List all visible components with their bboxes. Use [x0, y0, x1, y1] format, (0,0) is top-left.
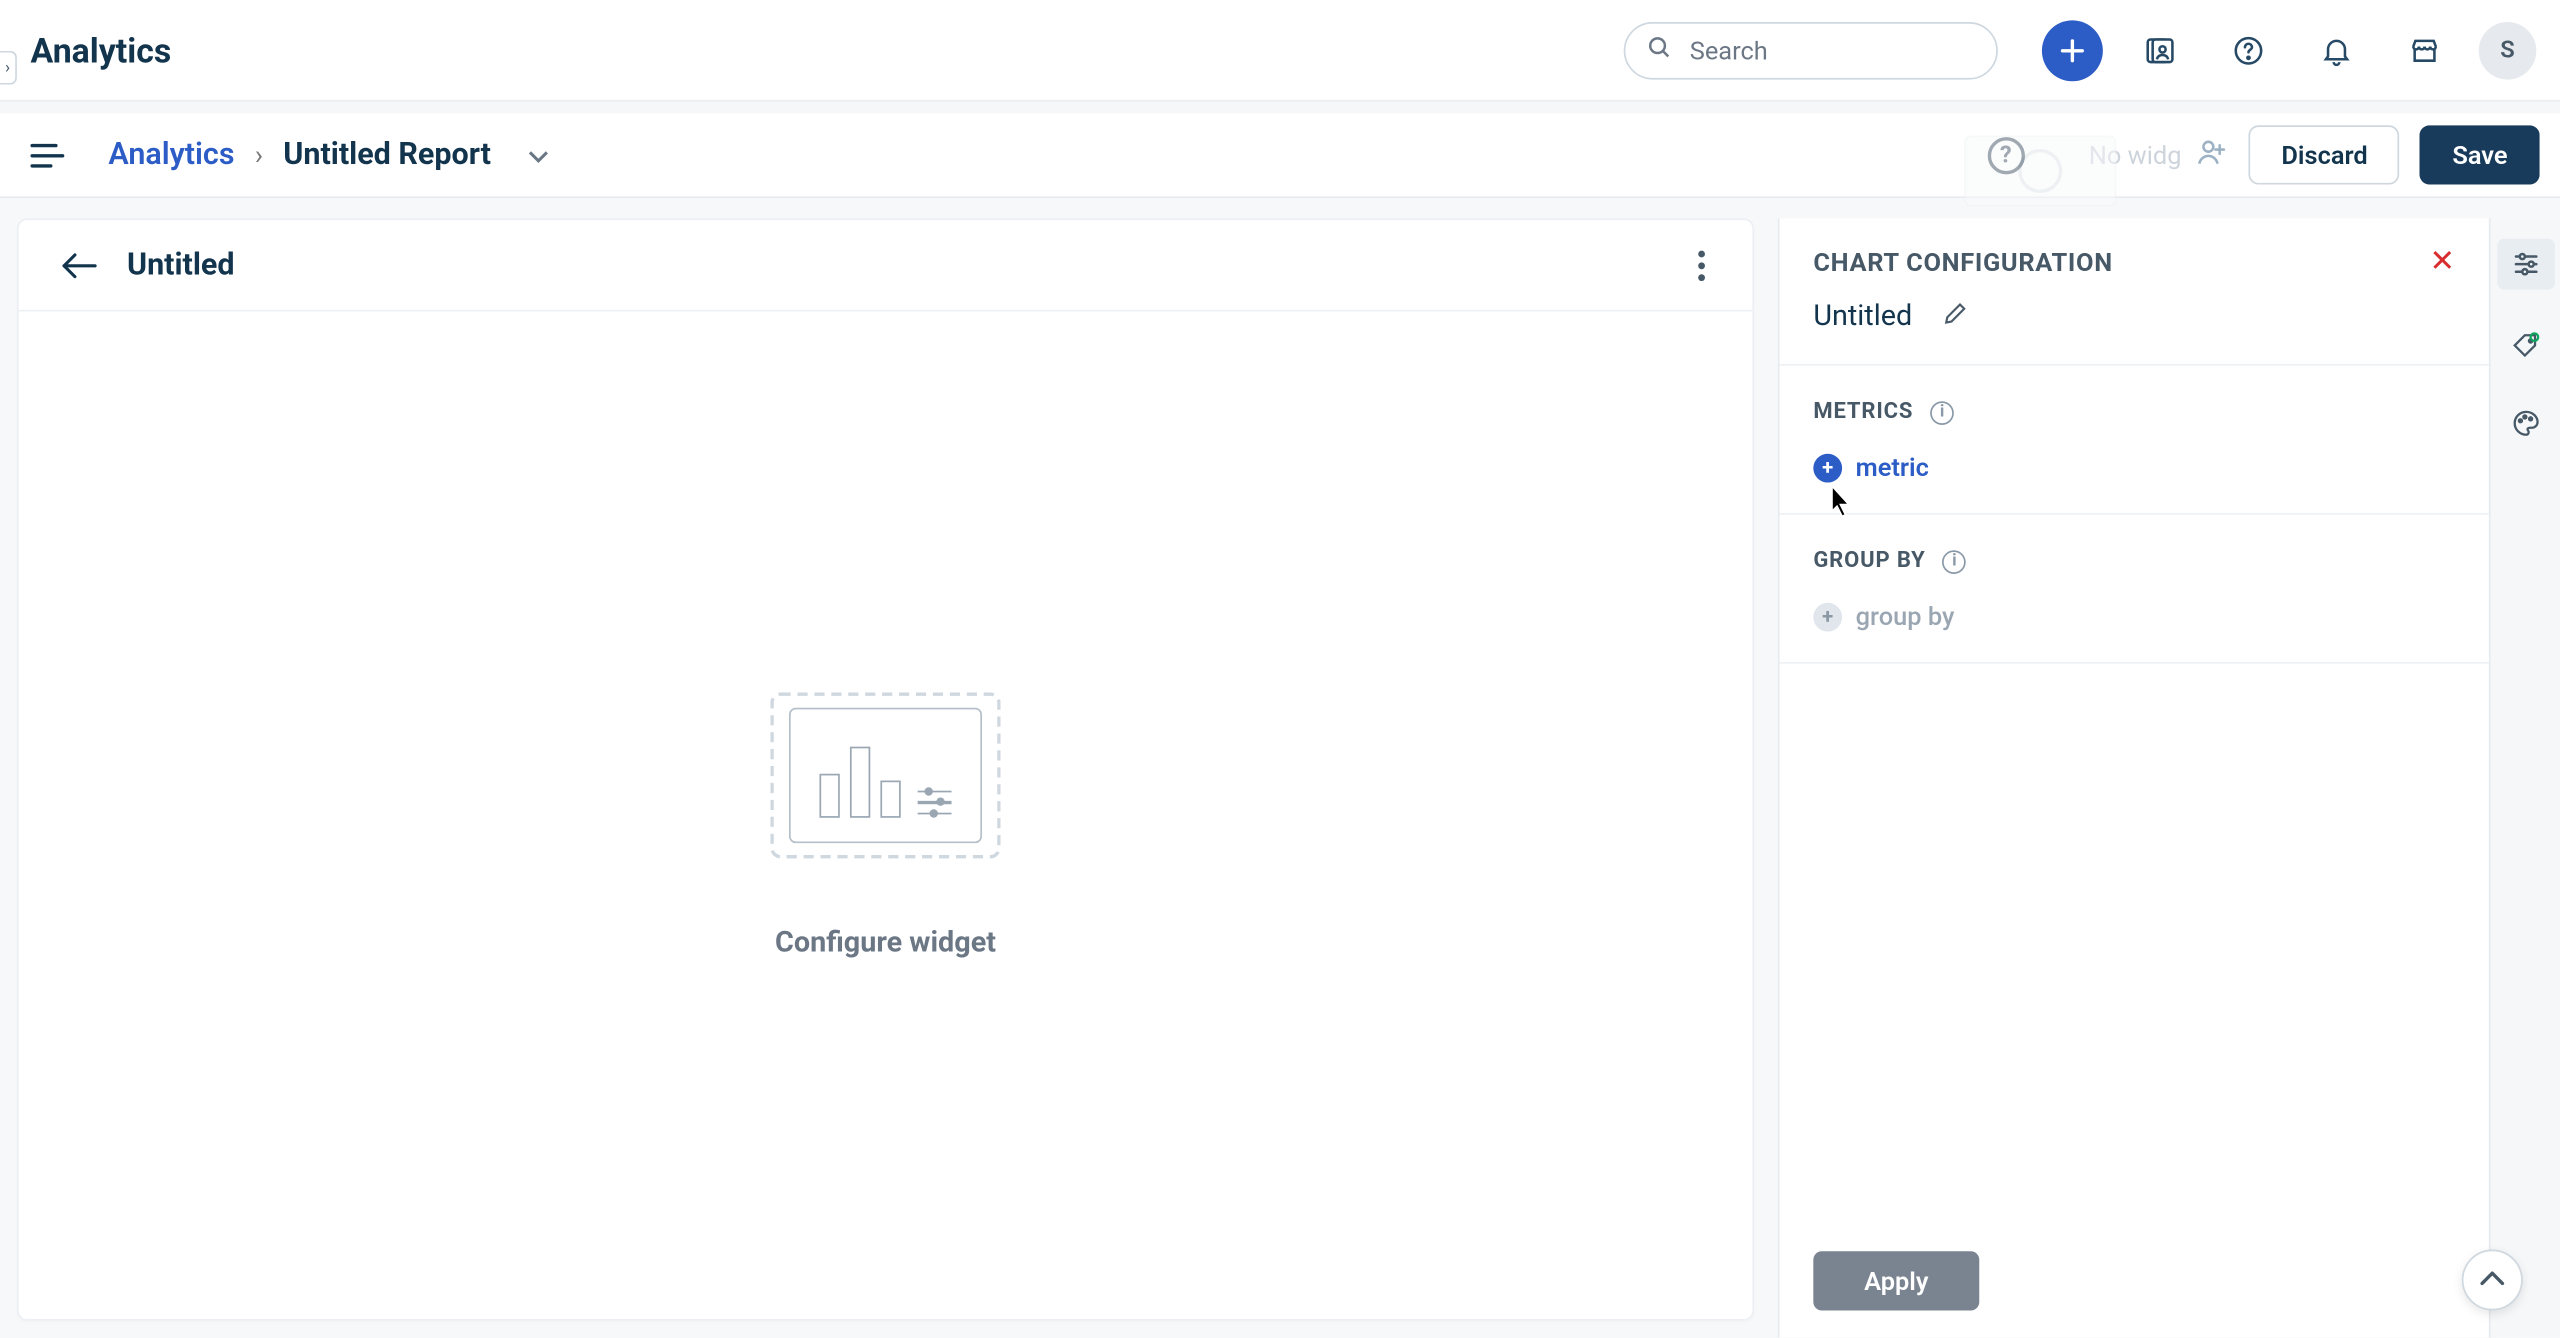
search-icon — [1646, 33, 1690, 67]
scroll-to-top-button[interactable] — [2462, 1250, 2523, 1311]
help-icon[interactable] — [2218, 19, 2279, 80]
group-by-info-icon[interactable]: i — [1943, 549, 1967, 573]
breadcrumb-separator-icon: › — [255, 139, 263, 171]
canvas-title: Untitled — [127, 247, 235, 283]
metrics-section: METRICS i + metric — [1779, 366, 2488, 515]
config-panel-title: CHART CONFIGURATION — [1813, 246, 2112, 276]
chart-title-text: Untitled — [1813, 300, 1912, 334]
notifications-icon[interactable] — [2306, 19, 2367, 80]
marketplace-icon[interactable] — [2394, 19, 2455, 80]
add-group-by-label: group by — [1856, 601, 1955, 631]
expand-sidebar-tab[interactable]: › — [0, 51, 17, 85]
menu-toggle[interactable] — [30, 135, 71, 176]
rail-theme-icon[interactable] — [2503, 401, 2547, 445]
save-button[interactable]: Save — [2420, 125, 2540, 184]
plus-icon: + — [1813, 453, 1842, 482]
close-panel-icon[interactable]: ✕ — [2429, 244, 2455, 280]
contacts-icon[interactable] — [2130, 19, 2191, 80]
share-user-icon[interactable] — [2195, 135, 2229, 176]
back-arrow-icon[interactable] — [56, 241, 103, 288]
report-toolbar: Analytics › Untitled Report ? No widg Di… — [0, 113, 2560, 198]
empty-widget-illustration — [770, 692, 1000, 858]
metrics-info-icon[interactable]: i — [1930, 400, 1954, 424]
rail-tag-icon[interactable] — [2503, 323, 2547, 367]
global-header: Analytics S — [0, 0, 2560, 100]
breadcrumb-root[interactable]: Analytics — [108, 137, 234, 173]
global-search[interactable] — [1624, 21, 1998, 79]
group-by-section: GROUP BY i + group by — [1779, 515, 2488, 664]
app-title: Analytics — [30, 30, 171, 71]
apply-button[interactable]: Apply — [1813, 1251, 1979, 1310]
rail-filters-icon[interactable] — [2497, 239, 2555, 290]
edit-title-icon[interactable] — [1943, 301, 1968, 333]
right-rail — [2489, 218, 2560, 1337]
ghost-popup — [1964, 135, 2116, 206]
breadcrumb-current: Untitled Report — [283, 137, 491, 173]
metrics-label: METRICS — [1813, 400, 1913, 425]
widget-canvas: Untitled C — [17, 218, 1754, 1320]
chart-config-panel: CHART CONFIGURATION ✕ Untitled METRICS i… — [1778, 218, 2489, 1337]
discard-button[interactable]: Discard — [2249, 125, 2400, 184]
empty-state-text: Configure widget — [775, 926, 996, 960]
add-group-by-button[interactable]: + group by — [1813, 601, 2455, 631]
report-dropdown-caret[interactable] — [528, 139, 548, 171]
create-button[interactable] — [2042, 19, 2103, 80]
user-avatar[interactable]: S — [2479, 21, 2537, 79]
plus-icon: + — [1813, 602, 1842, 631]
search-input[interactable] — [1690, 35, 2027, 65]
add-metric-label: metric — [1856, 452, 1929, 482]
group-by-label: GROUP BY — [1813, 549, 1925, 574]
add-metric-button[interactable]: + metric — [1813, 452, 2455, 482]
canvas-more-menu[interactable] — [1681, 245, 1722, 286]
